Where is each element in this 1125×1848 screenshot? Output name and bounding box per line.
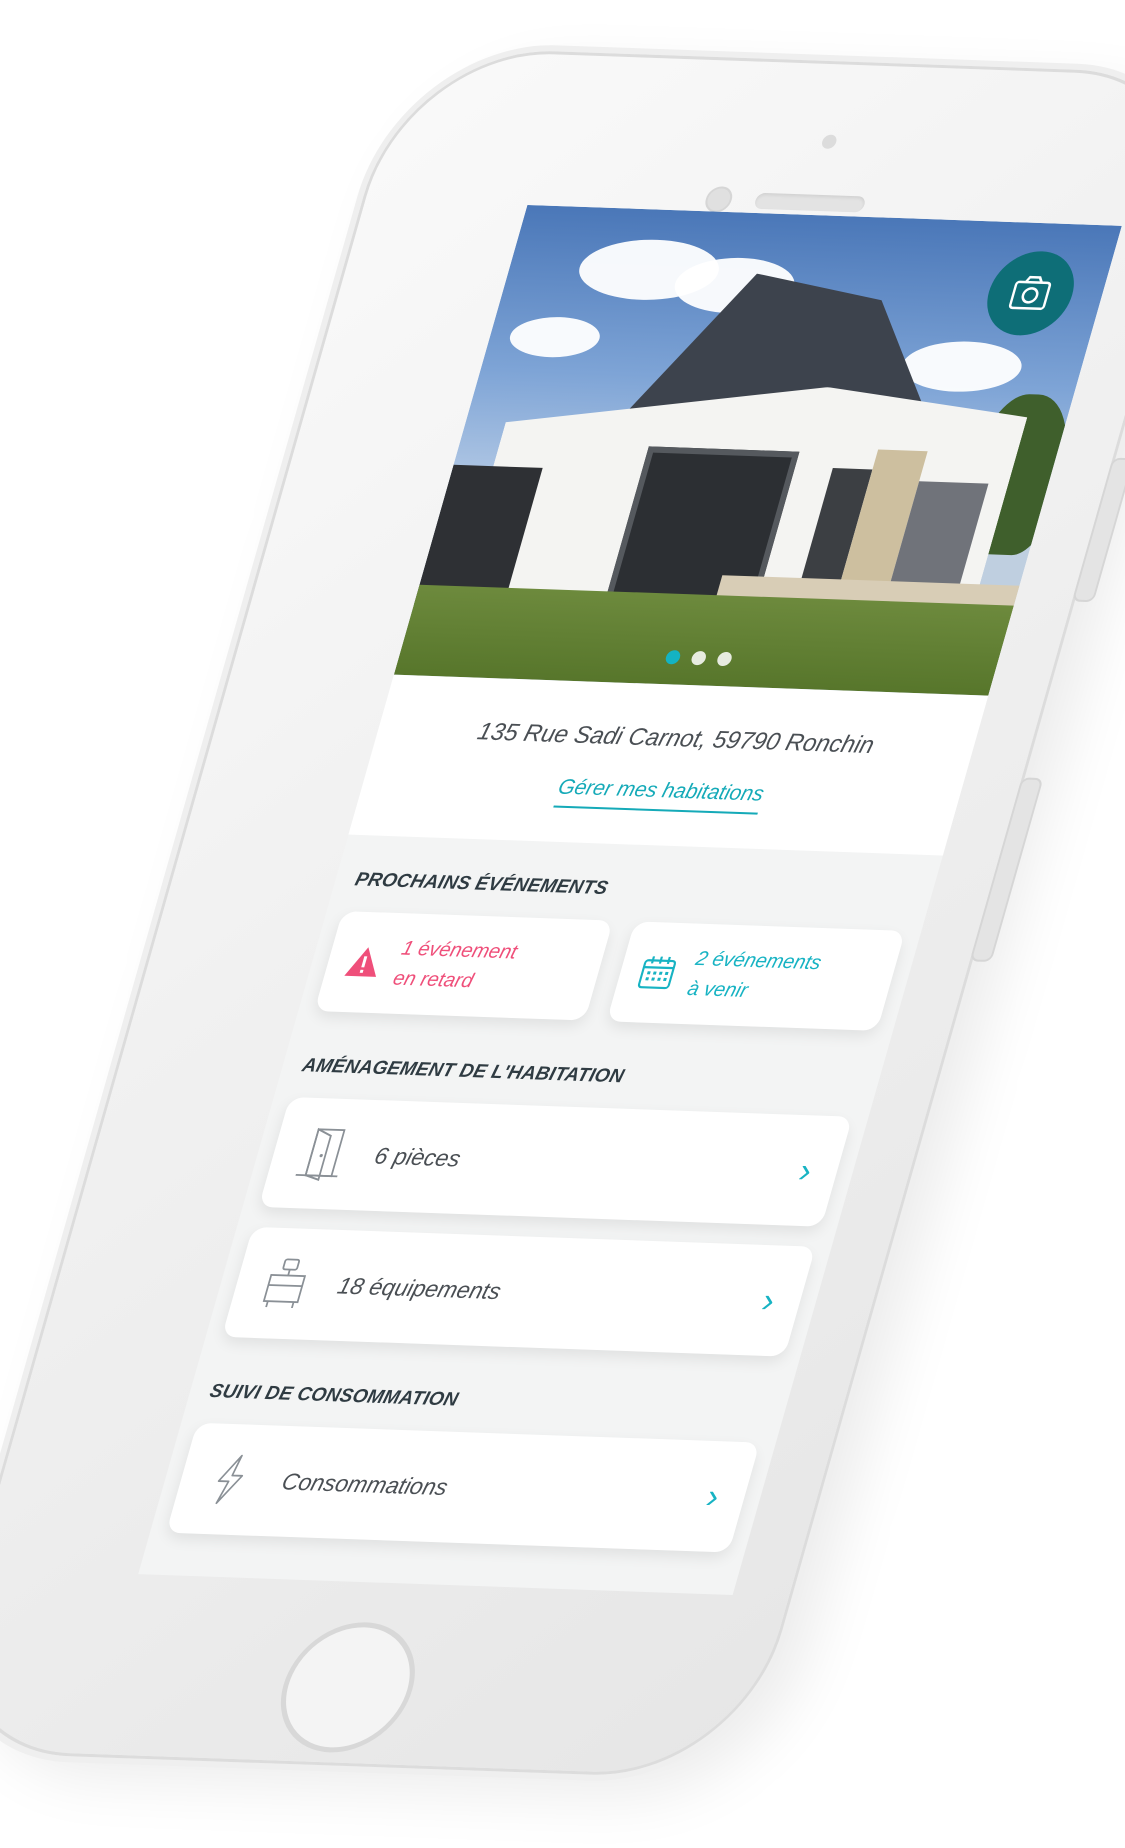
equipment-label: 18 équipements <box>334 1271 505 1304</box>
equipment-row[interactable]: 18 équipements › <box>221 1226 816 1357</box>
cloud <box>504 315 606 359</box>
change-photo-button[interactable] <box>977 249 1085 337</box>
upcoming-events-card[interactable]: 2 événements à venir <box>606 921 906 1031</box>
front-camera <box>702 185 736 213</box>
proximity-sensor <box>820 134 839 150</box>
upcoming-events-line2: à venir <box>684 977 751 1002</box>
lightning-icon <box>215 1454 244 1505</box>
cloud <box>895 339 1029 394</box>
door-icon <box>295 1127 346 1181</box>
warning-icon <box>344 947 377 977</box>
late-events-card[interactable]: 1 événement en retard <box>314 911 614 1021</box>
chevron-right-icon: › <box>794 1150 817 1190</box>
chevron-right-icon: › <box>757 1280 780 1320</box>
carousel-dot-3[interactable] <box>715 651 734 667</box>
rooms-label: 6 pièces <box>371 1141 464 1171</box>
layout-section-title: AMÉNAGEMENT DE L'HABITATION <box>299 1055 627 1088</box>
consumption-section-title: SUIVI DE CONSOMMATION <box>207 1380 461 1411</box>
address-card: 135 Rue Sadi Carnot, 59790 Ronchin Gérer… <box>328 673 1009 857</box>
late-events-text: 1 événement en retard <box>389 934 521 998</box>
rooms-row[interactable]: 6 pièces › <box>258 1096 853 1227</box>
home-address: 135 Rue Sadi Carnot, 59790 Ronchin <box>474 718 878 760</box>
late-events-line1: 1 événement <box>398 937 520 964</box>
furniture-icon <box>262 1258 307 1309</box>
consumption-row[interactable]: Consommations › <box>165 1422 760 1553</box>
earpiece-speaker <box>753 192 867 213</box>
carousel-dot-1[interactable] <box>664 650 682 665</box>
upcoming-events-text: 2 événements à venir <box>684 944 826 1008</box>
camera-icon <box>1008 275 1052 311</box>
volume-button[interactable] <box>1071 457 1125 603</box>
late-events-line2: en retard <box>390 967 477 993</box>
upcoming-events-line1: 2 événements <box>693 947 824 975</box>
power-button[interactable] <box>969 777 1044 963</box>
consumption-label: Consommations <box>279 1467 452 1500</box>
stage: 135 Rue Sadi Carnot, 59790 Ronchin Gérer… <box>0 0 1125 1848</box>
calendar-icon <box>637 956 677 990</box>
home-button[interactable] <box>265 1620 431 1755</box>
chevron-right-icon: › <box>702 1476 725 1516</box>
events-row: 1 événement en retard 2 événements à ven… <box>298 891 927 1032</box>
manage-homes-link[interactable]: Gérer mes habitations <box>552 775 767 815</box>
carousel-dot-2[interactable] <box>689 650 708 666</box>
